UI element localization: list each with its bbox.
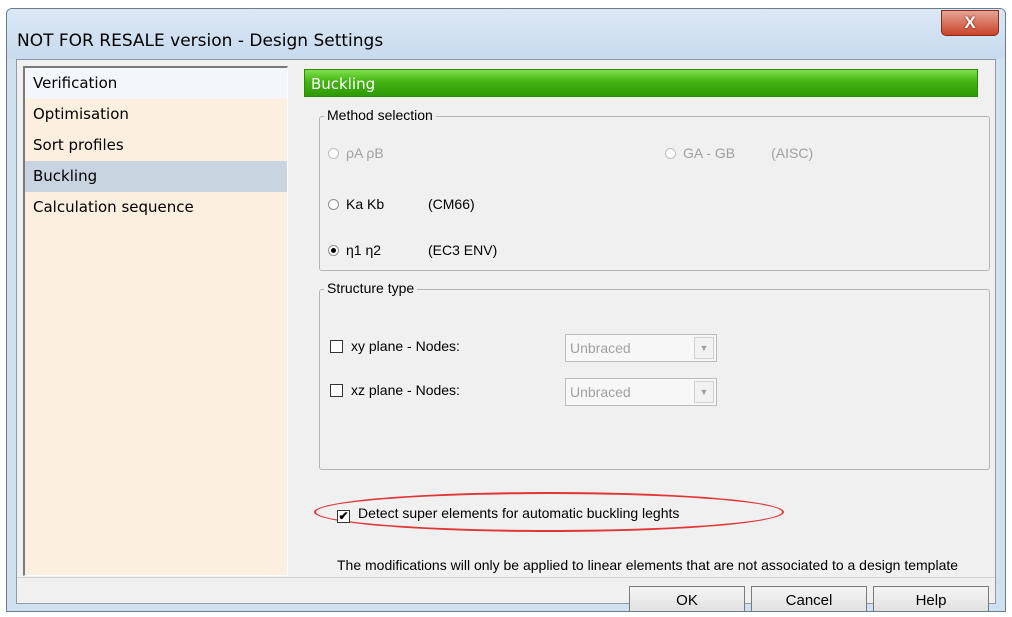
- settings-sidebar: Verification Optimisation Sort profiles …: [23, 66, 288, 576]
- radio-eta1-eta2[interactable]: η1 η2 (EC3 ENV): [328, 242, 497, 258]
- radio-ga-gb[interactable]: GA - GB (AISC): [665, 145, 813, 161]
- select-value: Unbraced: [570, 384, 631, 400]
- sidebar-item-verification[interactable]: Verification: [25, 68, 287, 99]
- title-bar[interactable]: NOT FOR RESALE version - Design Settings…: [7, 9, 1005, 59]
- info-note: The modifications will only be applied t…: [337, 557, 959, 573]
- select-value: Unbraced: [570, 340, 631, 356]
- method-selection-legend: Method selection: [324, 107, 436, 123]
- sidebar-item-sort-profiles[interactable]: Sort profiles: [25, 130, 287, 161]
- buckling-panel: Buckling Method selection ρA ρB GA - GB (…: [304, 69, 990, 586]
- xy-plane-nodes-select[interactable]: Unbraced ▼: [565, 334, 717, 362]
- sidebar-item-buckling[interactable]: Buckling: [25, 161, 287, 192]
- chevron-down-icon: ▼: [694, 381, 714, 403]
- radio-button: [665, 148, 676, 159]
- checkbox-box: [330, 384, 343, 397]
- checkbox-label: Detect super elements for automatic buck…: [358, 505, 680, 521]
- xz-plane-nodes-select[interactable]: Unbraced ▼: [565, 378, 717, 406]
- checkbox-label: xz plane - Nodes:: [351, 382, 460, 398]
- radio-button: [328, 148, 339, 159]
- radio-note: (CM66): [428, 196, 475, 212]
- dialog-client: Verification Optimisation Sort profiles …: [16, 59, 996, 611]
- radio-ka-kb[interactable]: Ka Kb (CM66): [328, 196, 475, 212]
- sidebar-item-calculation-sequence[interactable]: Calculation sequence: [25, 192, 287, 223]
- radio-note: (AISC): [771, 145, 814, 161]
- xz-plane-checkbox[interactable]: xz plane - Nodes:: [330, 382, 460, 398]
- detect-super-elements-checkbox[interactable]: ✔ Detect super elements for automatic buc…: [337, 505, 679, 523]
- cancel-button[interactable]: Cancel: [751, 586, 867, 611]
- sidebar-item-optimisation[interactable]: Optimisation: [25, 99, 287, 130]
- radio-label: Ka Kb: [346, 196, 385, 212]
- close-button[interactable]: X: [941, 10, 999, 36]
- radio-label: η1 η2: [346, 242, 382, 258]
- radio-label: ρA ρB: [346, 145, 384, 161]
- structure-type-legend: Structure type: [324, 280, 418, 296]
- window-title: NOT FOR RESALE version - Design Settings: [17, 31, 384, 51]
- section-header: Buckling: [304, 69, 978, 97]
- xy-plane-checkbox[interactable]: xy plane - Nodes:: [330, 338, 460, 354]
- dialog-footer: OK Cancel Help: [17, 577, 995, 611]
- checkbox-box: ✔: [337, 509, 350, 523]
- structure-type-group: Structure type xy plane - Nodes: Unbrace…: [319, 280, 990, 470]
- radio-button: [328, 245, 339, 256]
- chevron-down-icon: ▼: [694, 337, 714, 359]
- radio-note: (EC3 ENV): [428, 242, 498, 258]
- radio-rho-a-rho-b[interactable]: ρA ρB: [328, 145, 384, 161]
- radio-button: [328, 199, 339, 210]
- help-button[interactable]: Help: [873, 586, 989, 611]
- design-settings-dialog: NOT FOR RESALE version - Design Settings…: [6, 8, 1006, 612]
- radio-label: GA - GB: [683, 145, 736, 161]
- ok-button[interactable]: OK: [629, 586, 745, 611]
- checkbox-box: [330, 340, 343, 353]
- method-selection-group: Method selection ρA ρB GA - GB (AISC) Ka …: [319, 107, 990, 271]
- checkbox-label: xy plane - Nodes:: [351, 338, 460, 354]
